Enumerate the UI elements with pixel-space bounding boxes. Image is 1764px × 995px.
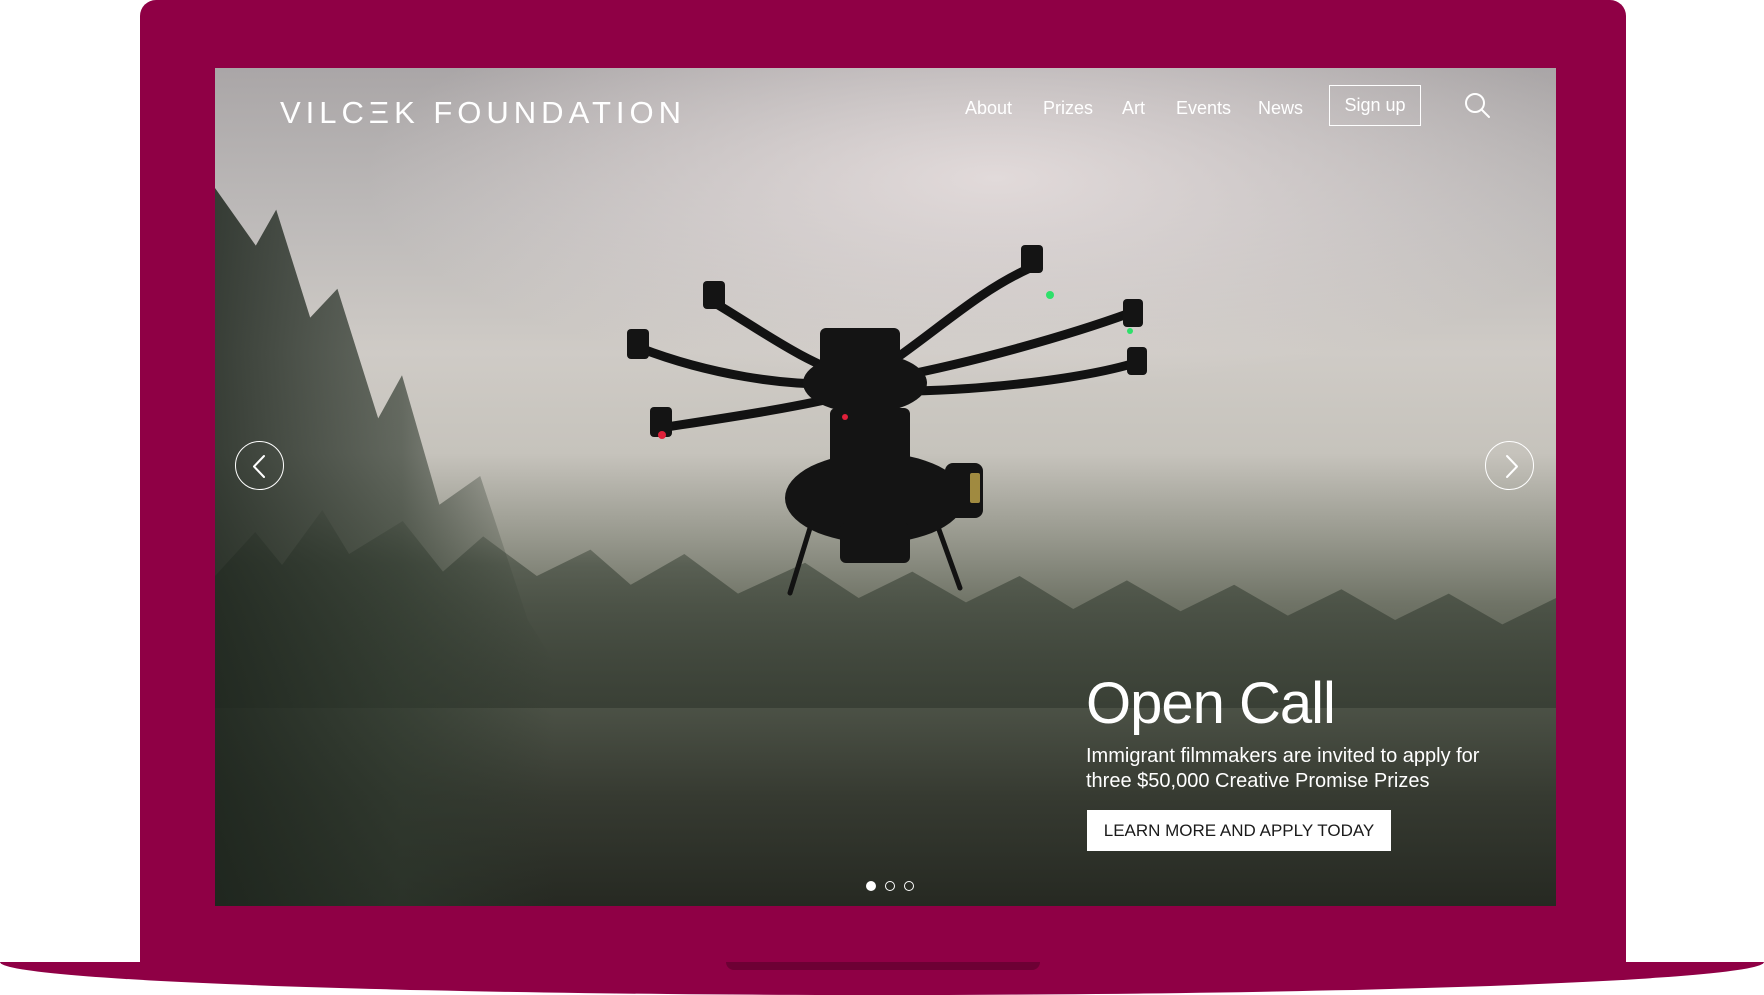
carousel-next-button[interactable] xyxy=(1485,441,1534,490)
carousel-dot-1[interactable] xyxy=(866,881,876,891)
carousel-dot-2[interactable] xyxy=(885,881,895,891)
site-logo[interactable]: VILCΞK FOUNDATION xyxy=(280,95,686,131)
nav-art[interactable]: Art xyxy=(1122,98,1145,119)
nav-about[interactable]: About xyxy=(965,98,1012,119)
signup-button[interactable]: Sign up xyxy=(1329,85,1421,126)
chevron-right-icon xyxy=(1506,455,1518,478)
carousel-dot-3[interactable] xyxy=(904,881,914,891)
drone-image xyxy=(627,245,1147,596)
website-screen: VILCΞK FOUNDATION About Prizes Art Event… xyxy=(215,68,1556,906)
learn-more-button[interactable]: LEARN MORE AND APPLY TODAY xyxy=(1087,810,1391,851)
chevron-left-icon xyxy=(253,455,265,478)
hero-title: Open Call xyxy=(1086,671,1336,736)
laptop-notch xyxy=(726,962,1040,970)
nav-events[interactable]: Events xyxy=(1176,98,1231,119)
carousel-prev-button[interactable] xyxy=(235,441,284,490)
nav-news[interactable]: News xyxy=(1258,98,1303,119)
hero-description: Immigrant filmmakers are invited to appl… xyxy=(1086,745,1480,792)
search-icon[interactable] xyxy=(1463,91,1491,119)
nav-prizes[interactable]: Prizes xyxy=(1043,98,1093,119)
